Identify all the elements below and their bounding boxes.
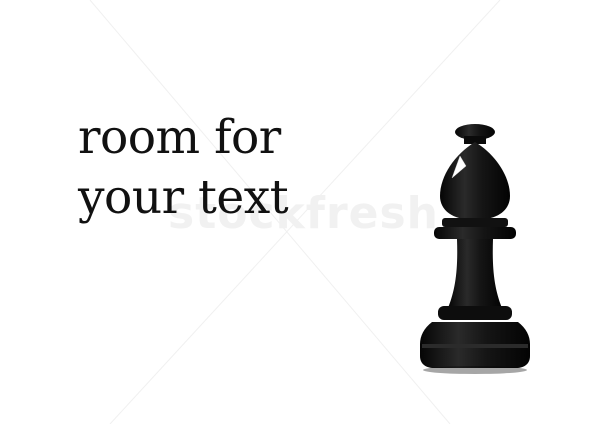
- bishop-collar-lower: [434, 227, 516, 239]
- bishop-shadow: [423, 366, 527, 374]
- bishop-collar-upper: [442, 218, 508, 227]
- caption-text: room for your text: [78, 108, 338, 228]
- bishop-base-ring: [438, 306, 512, 320]
- stock-photo: stockfresh room for your text: [0, 0, 600, 424]
- caption-line-1: room for: [78, 110, 281, 165]
- bishop-stem: [448, 239, 502, 308]
- bishop-base-groove: [422, 344, 528, 348]
- bishop-mitre: [440, 142, 510, 220]
- caption-line-2: your text: [78, 170, 289, 225]
- chess-bishop: [420, 124, 530, 374]
